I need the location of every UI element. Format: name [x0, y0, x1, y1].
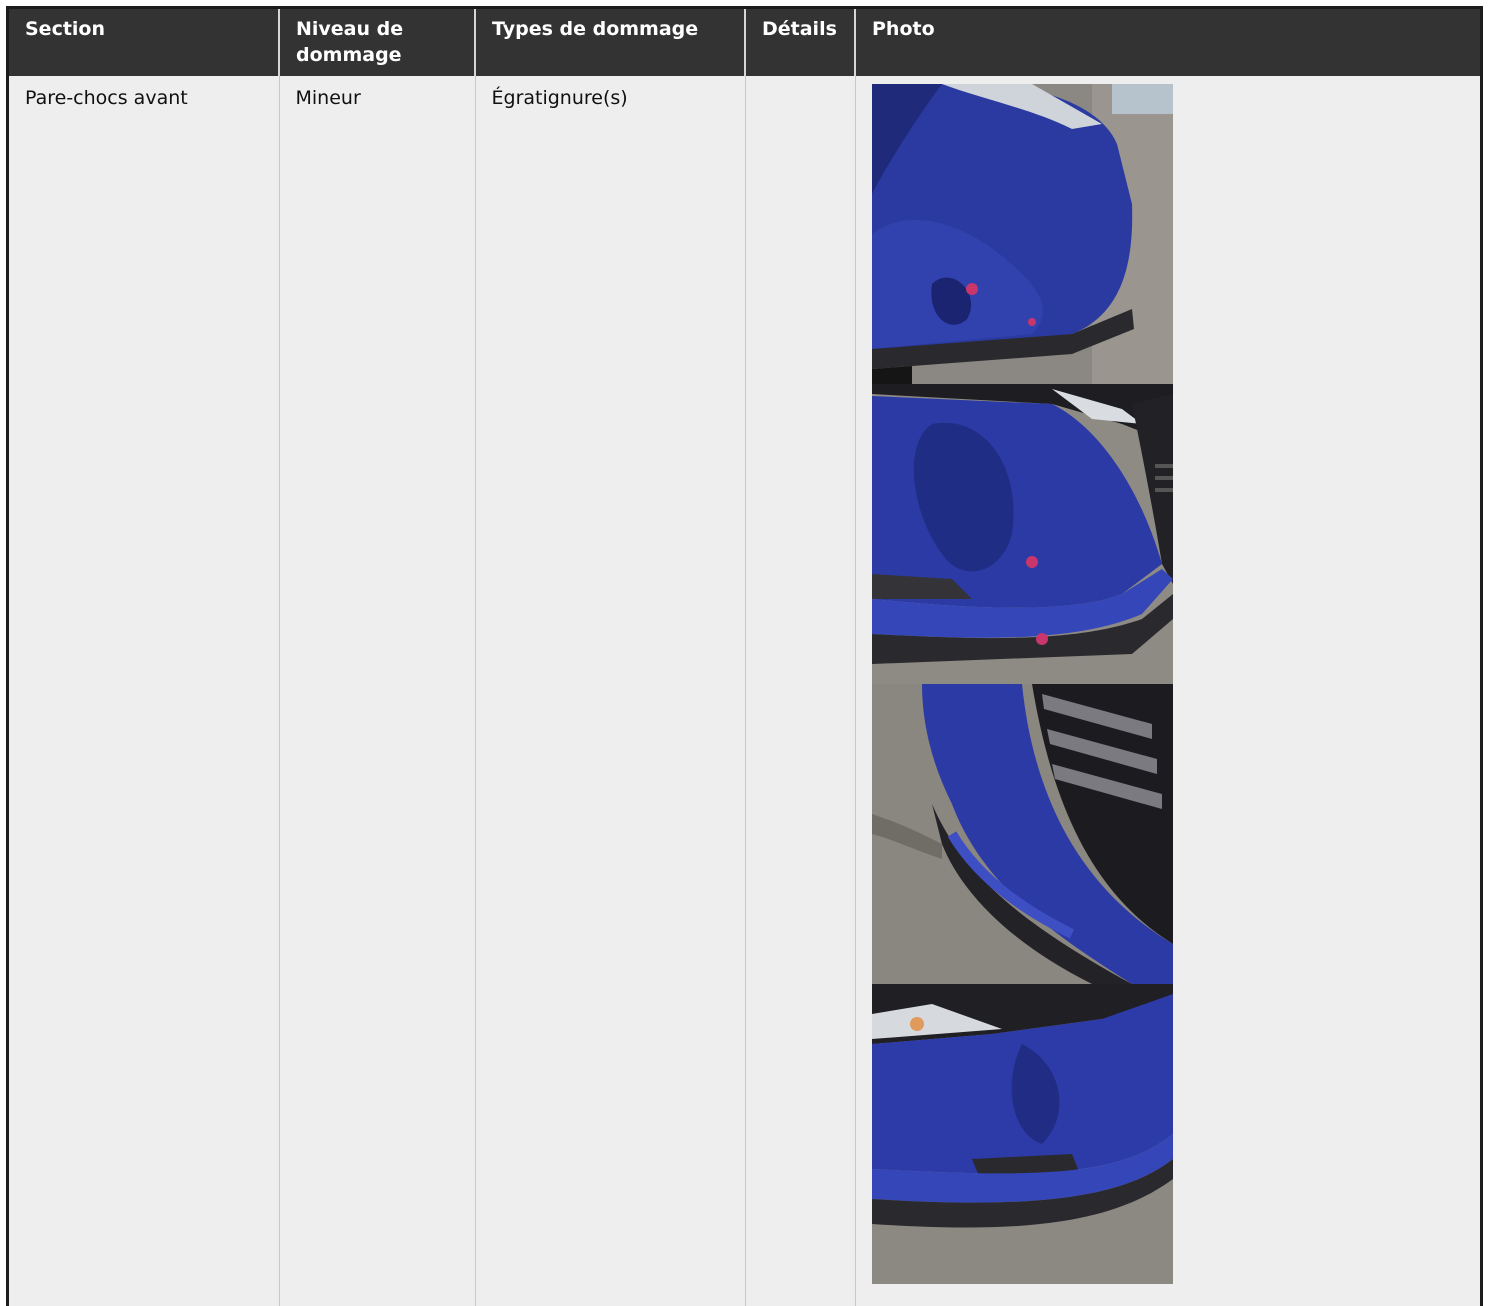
- cell-types: Égratignure(s): [475, 76, 746, 1306]
- table-header-row: Section Niveau de dommage Types de domma…: [9, 9, 1480, 76]
- damage-photo-1[interactable]: [871, 84, 1173, 384]
- damage-table: Section Niveau de dommage Types de domma…: [9, 9, 1480, 1306]
- damage-photo-2[interactable]: [871, 384, 1173, 684]
- cell-photos: [855, 76, 1480, 1306]
- damage-photo-3[interactable]: [871, 684, 1173, 984]
- cell-niveau: Mineur: [279, 76, 476, 1306]
- header-types: Types de dommage: [475, 9, 746, 76]
- header-photo: Photo: [855, 9, 1480, 76]
- header-details: Détails: [745, 9, 856, 76]
- damage-photo-4[interactable]: [871, 984, 1173, 1284]
- header-section: Section: [9, 9, 280, 76]
- table-row: Pare-chocs avant Mineur Égratignure(s): [9, 76, 1480, 1306]
- header-niveau: Niveau de dommage: [279, 9, 476, 76]
- cell-details: [745, 76, 856, 1306]
- cell-section: Pare-chocs avant: [9, 76, 280, 1306]
